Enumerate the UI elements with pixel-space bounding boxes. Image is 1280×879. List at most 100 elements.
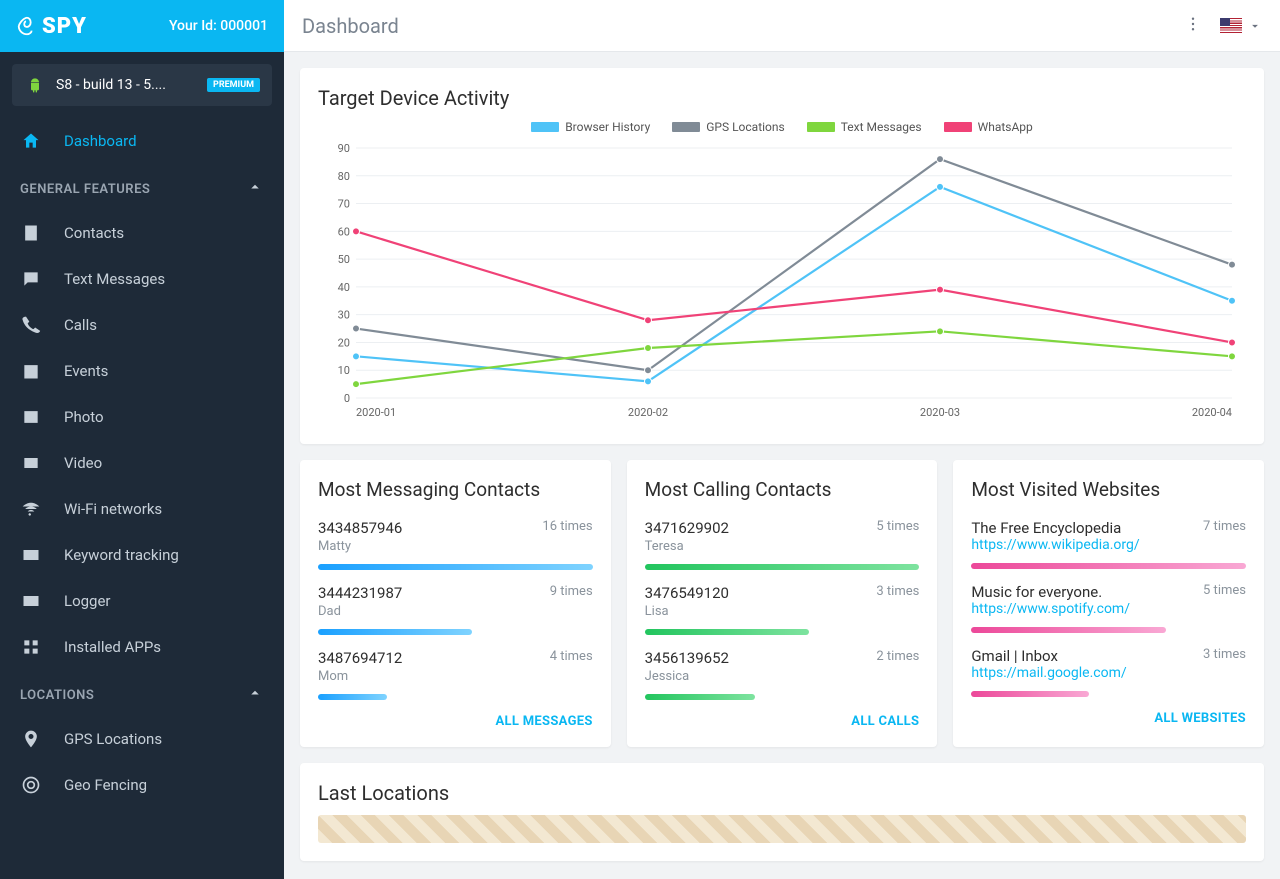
svg-text:40: 40: [338, 281, 350, 294]
map-placeholder: [318, 815, 1246, 843]
all-calls-link[interactable]: ALL CALLS: [645, 714, 920, 729]
nav-icon: [20, 406, 42, 428]
nav-icon: [20, 544, 42, 566]
rank-item: 3476549120Lisa3 times: [645, 584, 920, 635]
nav-icon: [20, 360, 42, 382]
legend-item[interactable]: Text Messages: [807, 120, 922, 134]
most-websites-card: Most Visited Websites The Free Encyclope…: [953, 460, 1264, 747]
website-link[interactable]: https://www.spotify.com/: [971, 601, 1130, 617]
activity-chart-card: Target Device Activity Browser History GP…: [300, 68, 1264, 444]
legend-item[interactable]: WhatsApp: [944, 120, 1033, 134]
nav-item-video[interactable]: Video: [0, 440, 284, 486]
nav-group-general[interactable]: GENERAL FEATURES: [0, 164, 284, 210]
nav-item-wi-fi-networks[interactable]: Wi-Fi networks: [0, 486, 284, 532]
user-id-label: Your Id: 000001: [169, 18, 268, 34]
sidebar-top-bar: SPY Your Id: 000001: [0, 0, 284, 52]
rank-bar: [971, 563, 1246, 569]
chart-title: Target Device Activity: [318, 86, 1246, 110]
page-title: Dashboard: [302, 14, 399, 38]
brand-logo[interactable]: SPY: [16, 14, 87, 39]
chevron-up-icon: [246, 684, 264, 706]
all-websites-link[interactable]: ALL WEBSITES: [971, 711, 1246, 726]
chart-legend: Browser History GPS Locations Text Message…: [318, 120, 1246, 134]
home-icon: [20, 130, 42, 152]
rank-bar: [971, 627, 1166, 633]
rank-item: The Free Encyclopediahttps://www.wikiped…: [971, 519, 1246, 569]
svg-text:50: 50: [338, 253, 350, 266]
all-messages-link[interactable]: ALL MESSAGES: [318, 714, 593, 729]
rank-item: 3471629902Teresa5 times: [645, 519, 920, 570]
nav-icon: [20, 222, 42, 244]
nav-item-logger[interactable]: Logger: [0, 578, 284, 624]
rank-bar: [645, 564, 920, 570]
device-selector[interactable]: S8 - build 13 - 5.... PREMIUM: [12, 64, 272, 106]
brand-name: SPY: [42, 14, 87, 39]
nav-icon: [20, 728, 42, 750]
rank-item: 3456139652Jessica2 times: [645, 649, 920, 700]
rank-item: Gmail | Inboxhttps://mail.google.com/3 t…: [971, 647, 1246, 697]
svg-text:2020-01: 2020-01: [356, 406, 396, 419]
website-link[interactable]: https://www.wikipedia.org/: [971, 537, 1139, 553]
rank-bar: [971, 691, 1089, 697]
nav-icon: [20, 314, 42, 336]
last-locations-card: Last Locations: [300, 763, 1264, 861]
last-locations-title: Last Locations: [318, 781, 1246, 805]
rank-bar: [318, 694, 387, 700]
svg-text:70: 70: [338, 198, 350, 211]
svg-text:90: 90: [338, 142, 350, 155]
svg-text:2020-02: 2020-02: [628, 406, 668, 419]
nav-icon: [20, 268, 42, 290]
rank-item: 3487694712Mom4 times: [318, 649, 593, 700]
device-name: S8 - build 13 - 5....: [56, 77, 197, 93]
rank-bar: [318, 564, 593, 570]
nav-dashboard-label: Dashboard: [64, 132, 137, 150]
main: Dashboard Target Device Activity Browser…: [284, 0, 1280, 879]
legend-item[interactable]: Browser History: [531, 120, 650, 134]
nav-item-keyword-tracking[interactable]: Keyword tracking: [0, 532, 284, 578]
logo-icon: [16, 15, 38, 37]
svg-text:0: 0: [344, 392, 350, 405]
nav-dashboard[interactable]: Dashboard: [0, 118, 284, 164]
nav-icon: [20, 590, 42, 612]
chevron-up-icon: [246, 178, 264, 200]
us-flag-icon: [1220, 18, 1242, 33]
svg-text:30: 30: [338, 309, 350, 322]
nav-item-photo[interactable]: Photo: [0, 394, 284, 440]
nav-item-gps-locations[interactable]: GPS Locations: [0, 716, 284, 762]
website-link[interactable]: https://mail.google.com/: [971, 665, 1126, 681]
nav-item-events[interactable]: Events: [0, 348, 284, 394]
chevron-down-icon: [1248, 19, 1262, 33]
nav-icon: [20, 498, 42, 520]
nav-item-geo-fencing[interactable]: Geo Fencing: [0, 762, 284, 808]
rank-item: 3434857946Matty16 times: [318, 519, 593, 570]
svg-text:2020-04: 2020-04: [1192, 406, 1232, 419]
rank-item: Music for everyone.https://www.spotify.c…: [971, 583, 1246, 633]
language-flag[interactable]: [1220, 18, 1262, 33]
nav-item-installed-apps[interactable]: Installed APPs: [0, 624, 284, 670]
topbar: Dashboard: [284, 0, 1280, 52]
nav-item-text-messages[interactable]: Text Messages: [0, 256, 284, 302]
svg-text:10: 10: [338, 364, 350, 377]
svg-text:80: 80: [338, 170, 350, 183]
most-calling-card: Most Calling Contacts 3471629902Teresa5 …: [627, 460, 938, 747]
activity-chart: 0 10 20 30 40 50 60 70 80 90 2020-01 2020-02 2020-03…: [318, 142, 1246, 422]
nav-icon: [20, 452, 42, 474]
svg-text:2020-03: 2020-03: [920, 406, 960, 419]
rank-item: 3444231987Dad9 times: [318, 584, 593, 635]
rank-bar: [645, 629, 810, 635]
svg-text:20: 20: [338, 336, 350, 349]
rank-bar: [645, 694, 755, 700]
sidebar: SPY Your Id: 000001 S8 - build 13 - 5...…: [0, 0, 284, 879]
rank-bar: [318, 629, 472, 635]
nav-item-contacts[interactable]: Contacts: [0, 210, 284, 256]
legend-item[interactable]: GPS Locations: [672, 120, 784, 134]
svg-text:60: 60: [338, 225, 350, 238]
nav-icon: [20, 774, 42, 796]
android-icon: [24, 74, 46, 96]
more-icon[interactable]: [1184, 15, 1202, 37]
nav-icon: [20, 636, 42, 658]
sidebar-nav: Dashboard GENERAL FEATURES ContactsText …: [0, 118, 284, 828]
most-messaging-card: Most Messaging Contacts 3434857946Matty1…: [300, 460, 611, 747]
nav-item-calls[interactable]: Calls: [0, 302, 284, 348]
nav-group-locations[interactable]: LOCATIONS: [0, 670, 284, 716]
